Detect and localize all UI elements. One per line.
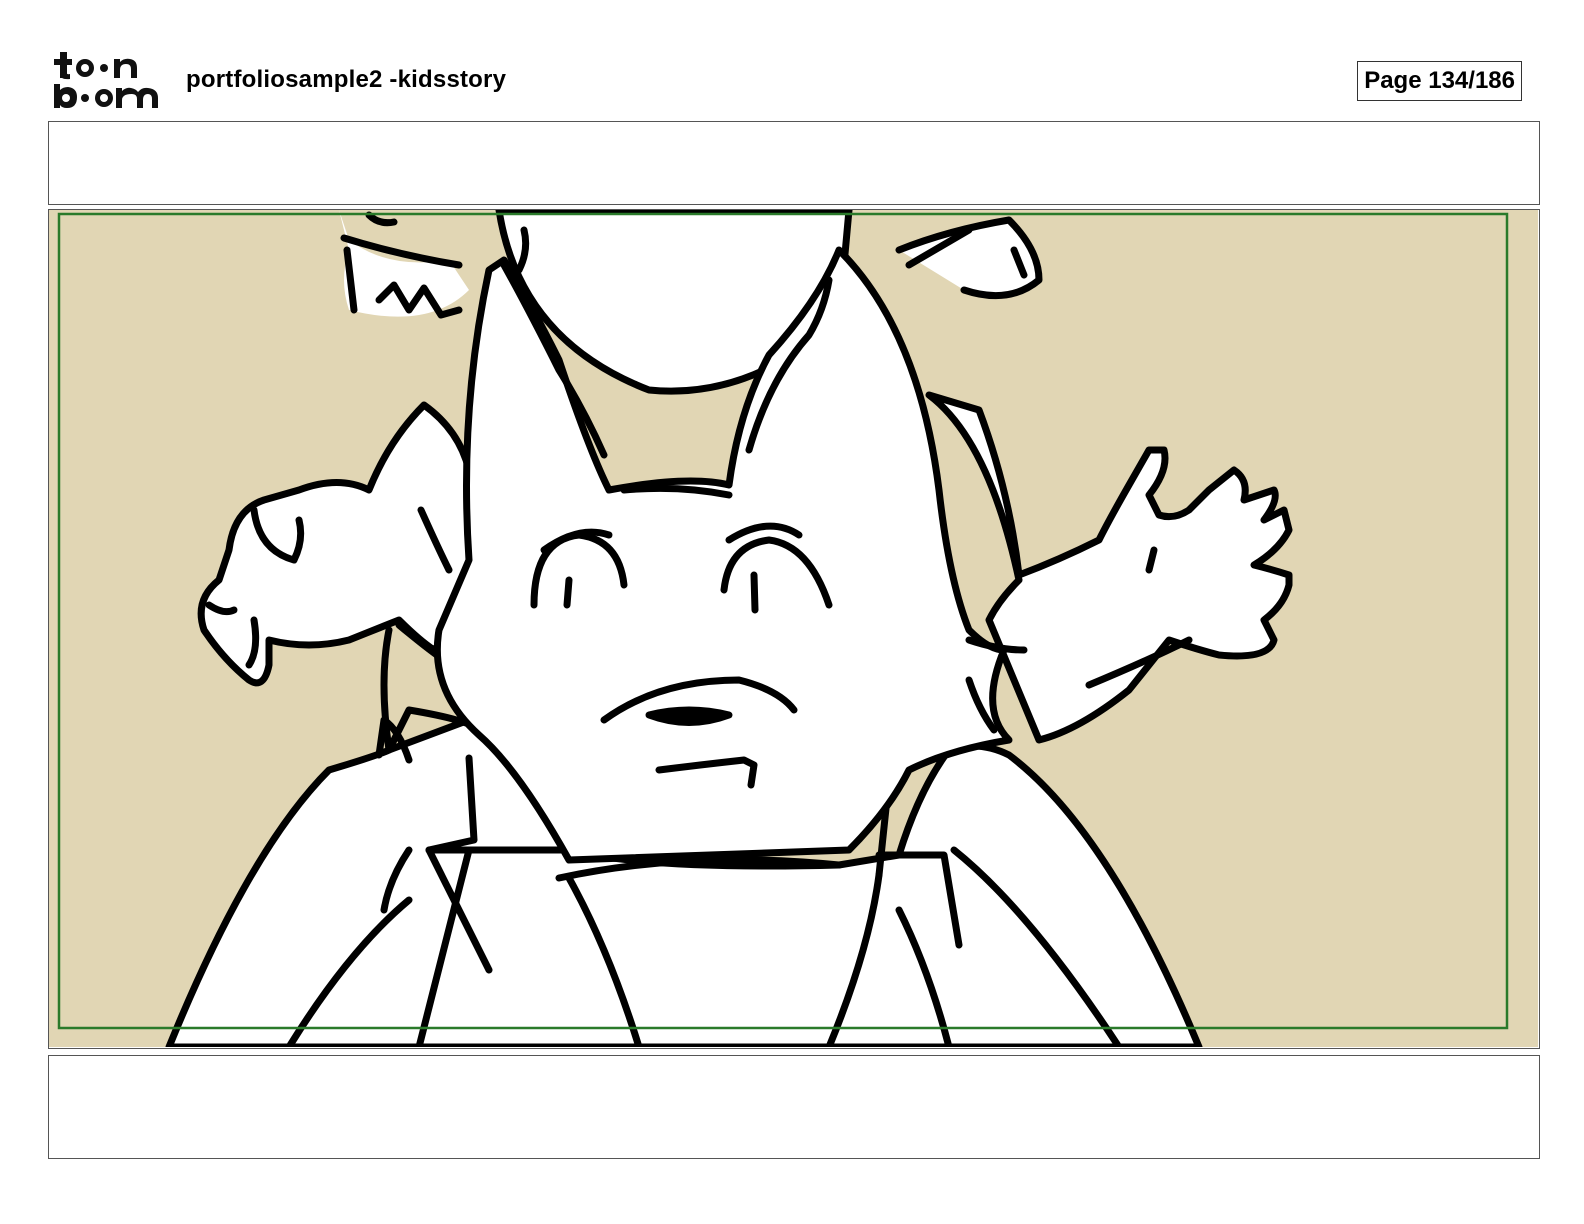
storyboard-panel xyxy=(48,209,1540,1049)
toon-boom-logo xyxy=(54,52,158,108)
action-notes-box xyxy=(48,121,1540,205)
storyboard-drawing xyxy=(49,210,1538,1047)
dialogue-notes-box xyxy=(48,1055,1540,1159)
page-counter: Page 134/186 xyxy=(1357,61,1522,101)
project-title: portfoliosample2 -kidsstory xyxy=(186,66,507,93)
